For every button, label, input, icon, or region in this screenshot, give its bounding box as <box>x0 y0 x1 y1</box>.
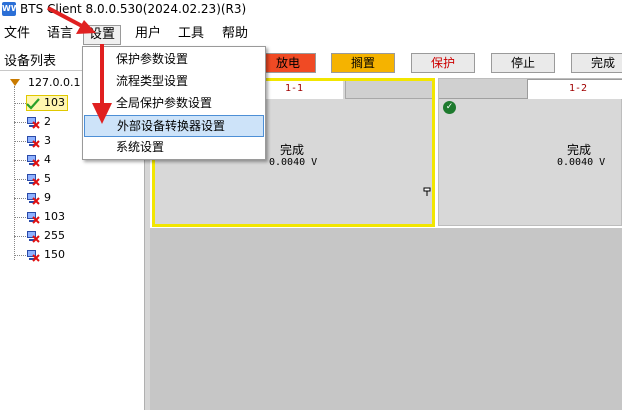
device-disconnected-icon <box>27 212 40 224</box>
device-disconnected-icon <box>27 193 40 205</box>
tree-item-label: 4 <box>44 153 51 166</box>
menu-user[interactable]: 用户 <box>133 25 163 45</box>
tree-branch-line <box>14 255 26 256</box>
title-bar: WW BTS Client 8.0.0.530(2024.02.23)(R3) <box>0 0 622 22</box>
tree-branch-line <box>14 141 26 142</box>
root-label: 127.0.0.1 <box>28 76 81 89</box>
settings-dropdown-menu: 保护参数设置 流程类型设置 全局保护参数设置 外部设备转换器设置 系统设置 <box>82 46 266 160</box>
device-disconnected-icon <box>27 174 40 186</box>
menu-item-global-protection[interactable]: 全局保护参数设置 <box>84 93 264 115</box>
tree-branch-line <box>14 217 26 218</box>
tree-item-device[interactable]: 103 <box>14 208 94 226</box>
tree-item-label: 255 <box>44 229 65 242</box>
menu-help[interactable]: 帮助 <box>220 25 250 45</box>
menu-file[interactable]: 文件 <box>2 25 32 45</box>
legend-protect-button[interactable]: 保护 <box>411 53 475 73</box>
legend-complete-button[interactable]: 完成 <box>571 53 622 73</box>
menu-item-system-settings[interactable]: 系统设置 <box>84 137 264 159</box>
channel-tile[interactable]: 1-2 ✓ 完成 0.0040 V <box>438 78 622 226</box>
legend-label: 保护 <box>430 56 455 70</box>
tree-item-label: 5 <box>44 172 51 185</box>
legend-label: 停止 <box>510 56 535 70</box>
check-circle-icon: ✓ <box>443 101 456 114</box>
device-disconnected-icon <box>27 250 40 262</box>
checkmark-icon <box>26 98 40 110</box>
menu-bar: 文件 语言 设置 用户 工具 帮助 <box>0 22 622 46</box>
tree-branch-line <box>14 179 26 180</box>
expand-caret-icon[interactable] <box>10 79 20 86</box>
device-list-header: 设备列表 <box>4 54 57 69</box>
legend-label: 完成 <box>590 56 615 70</box>
legend-stop-button[interactable]: 停止 <box>491 53 555 73</box>
tree-branch-line <box>14 103 26 104</box>
channel-header <box>439 79 527 99</box>
tree-item-label: 2 <box>44 115 51 128</box>
tree-branch-line <box>14 122 26 123</box>
legend-label: 搁置 <box>350 56 375 70</box>
tree-item-device[interactable]: 255 <box>14 227 94 245</box>
tree-item-label: 103 <box>44 210 65 223</box>
menu-settings[interactable]: 设置 <box>83 25 122 45</box>
channel-voltage: 0.0040 V <box>557 157 606 168</box>
legend-discharge-button[interactable]: 放电 <box>260 53 316 73</box>
tree-item-device[interactable]: 150 <box>14 246 94 264</box>
legend-rest-button[interactable]: 搁置 <box>331 53 395 73</box>
device-disconnected-icon <box>27 117 40 129</box>
window-title: BTS Client 8.0.0.530(2024.02.23)(R3) <box>20 2 247 16</box>
tree-branch-line <box>14 198 26 199</box>
menu-item-external-converter[interactable]: 外部设备转换器设置 <box>84 115 264 137</box>
tree-item-label: 103 <box>44 96 65 109</box>
tree-item-device[interactable]: 9 <box>14 189 94 207</box>
tree-item-label: 150 <box>44 248 65 261</box>
menu-tools[interactable]: 工具 <box>176 25 206 45</box>
menu-item-process-type[interactable]: 流程类型设置 <box>84 71 264 93</box>
channel-id: 1-2 <box>569 83 588 94</box>
tree-item-device[interactable]: 5 <box>14 170 94 188</box>
bts-app-icon: WW <box>2 2 20 16</box>
tree-item-label: 3 <box>44 134 51 147</box>
menu-item-protection-params[interactable]: 保护参数设置 <box>84 49 264 71</box>
device-disconnected-icon <box>27 155 40 167</box>
tree-branch-line <box>14 236 26 237</box>
device-disconnected-icon <box>27 231 40 243</box>
channel-status: 完成 <box>567 143 592 157</box>
legend-label: 放电 <box>275 56 300 70</box>
device-disconnected-icon <box>27 136 40 148</box>
menu-language[interactable]: 语言 <box>45 25 75 45</box>
tree-branch-line <box>14 160 26 161</box>
tree-item-label: 9 <box>44 191 51 204</box>
